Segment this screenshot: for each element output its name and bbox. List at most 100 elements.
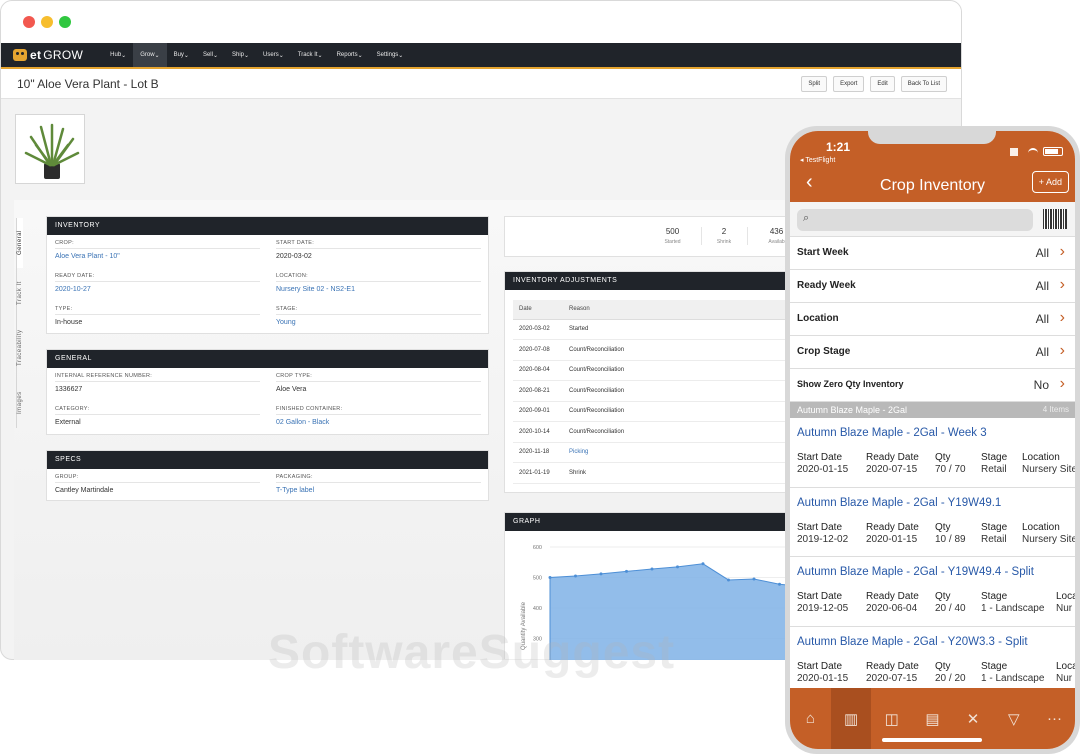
list-item[interactable]: Autumn Blaze Maple - 2Gal - Week 3 Start… (790, 418, 1075, 488)
start-date-value: 2020-03-02 (276, 253, 312, 260)
add-button[interactable]: + Add (1031, 171, 1069, 193)
nav-item-ship[interactable]: Ship ⌄ (225, 43, 256, 67)
table-row[interactable]: 2020-11-18 Picking (513, 442, 795, 463)
general-header: GENERAL (47, 350, 488, 368)
status-time: 1:21 (826, 140, 851, 154)
table-row[interactable]: 2020-08-21 Count/Reconciliation (513, 380, 795, 402)
row-reason: Count/Reconciliation (563, 421, 795, 443)
stage-label: STAGE: (276, 306, 481, 315)
table-row[interactable]: 2020-09-01 Count/Reconciliation (513, 401, 795, 422)
crop-label: CROP: (55, 240, 260, 249)
ready-date-label: READY DATE: (55, 273, 260, 282)
nav-item-grow[interactable]: Grow ⌄ (133, 43, 167, 67)
group-label: GROUP: (55, 474, 260, 483)
packaging-label: PACKAGING: (276, 474, 481, 483)
edit-button[interactable]: Edit (870, 76, 895, 92)
filter-label: Location (797, 313, 839, 324)
row-reason: Count/Reconciliation (563, 380, 795, 402)
location-value[interactable]: Nursery Site 02 - NS2-E1 (276, 286, 481, 293)
item-title[interactable]: Autumn Blaze Maple - 2Gal - Week 3 (797, 427, 987, 439)
page-title: 10" Aloe Vera Plant - Lot B (17, 77, 159, 91)
ref-number-value: 1336627 (55, 386, 83, 393)
plant-thumbnail[interactable] (15, 114, 85, 184)
col-reason[interactable]: Reason (563, 300, 795, 320)
table-row[interactable]: 2020-08-04 Count/Reconciliation (513, 360, 795, 381)
item-title[interactable]: Autumn Blaze Maple - 2Gal - Y20W3.3 - Sp… (797, 636, 1028, 648)
more-tab-icon[interactable]: ··· (1034, 688, 1075, 749)
search-icon: ⌕ (803, 212, 810, 224)
back-to-list-button[interactable]: Back To List (900, 76, 947, 92)
page-header: 10" Aloe Vera Plant - Lot B Split Export… (1, 69, 961, 99)
tab-track-it[interactable]: Track It (16, 268, 23, 318)
nav-item-hub[interactable]: Hub ⌄ (103, 43, 133, 67)
filter-start-week[interactable]: Start Week All › (790, 237, 1075, 270)
testflight-back-link[interactable]: ◂ TestFlight (800, 156, 835, 164)
list-item[interactable]: Autumn Blaze Maple - 2Gal - Y19W49.4 - S… (790, 557, 1075, 627)
chart-ytick-label: 600 (533, 545, 542, 551)
type-label: TYPE: (55, 306, 260, 315)
aloe-plant-image (24, 123, 80, 179)
chart-data-point (625, 569, 628, 573)
minimize-window-icon[interactable] (41, 16, 53, 28)
filter-show-zero-qty[interactable]: Show Zero Qty Inventory No › (790, 369, 1075, 402)
crop-value[interactable]: Aloe Vera Plant - 10" (55, 253, 260, 260)
nav-item-users[interactable]: Users ⌄ (256, 43, 291, 67)
inventory-header: INVENTORY (47, 217, 488, 235)
row-date: 2020-07-08 (513, 339, 563, 361)
table-row[interactable]: 2020-07-08 Count/Reconciliation (513, 339, 795, 361)
col-date[interactable]: Date (513, 300, 563, 320)
chart-data-point (548, 576, 552, 579)
container-value[interactable]: 02 Gallon - Black (276, 419, 481, 426)
tab-images[interactable]: Images (16, 378, 23, 428)
nav-item-track-it[interactable]: Track It ⌄ (291, 43, 330, 67)
group-header: Autumn Blaze Maple - 2Gal 4 Items (790, 402, 1075, 418)
barcode-tab-icon[interactable]: ▥ (830, 688, 872, 749)
chevron-right-icon: › (1059, 309, 1065, 326)
barcode-scan-icon[interactable] (1043, 209, 1067, 229)
nav-item-buy[interactable]: Buy ⌄ (167, 43, 196, 67)
nav-item-sell[interactable]: Sell ⌄ (196, 43, 225, 67)
list-item[interactable]: Autumn Blaze Maple - 2Gal - Y19W49.1 Sta… (790, 488, 1075, 557)
filter-value: All (1035, 279, 1049, 293)
packaging-value[interactable]: T-Type label (276, 487, 481, 494)
stats-panel: 500 Started 2 Shrink 436 Availab (504, 216, 804, 257)
logo-icon (13, 49, 27, 61)
tab-general[interactable]: General (16, 218, 23, 268)
app-logo[interactable]: et GROW (13, 48, 83, 62)
filter-location[interactable]: Location All › (790, 303, 1075, 336)
filter-ready-week[interactable]: Ready Week All › (790, 270, 1075, 303)
nav-item-reports[interactable]: Reports ⌄ (330, 43, 370, 67)
filter-label: Ready Week (797, 280, 856, 291)
filter-crop-stage[interactable]: Crop Stage All › (790, 336, 1075, 369)
split-button[interactable]: Split (801, 76, 828, 92)
battery-icon (1043, 147, 1063, 156)
window-titlebar (1, 1, 961, 43)
group-value: Cantley Martindale (55, 487, 114, 494)
list-item[interactable]: Autumn Blaze Maple - 2Gal - Y20W3.3 - Sp… (790, 627, 1075, 696)
home-tab-icon[interactable]: ⌂ (790, 688, 831, 749)
row-reason-link[interactable]: Picking (563, 442, 795, 463)
search-row: ⌕ (790, 202, 1075, 237)
tab-traceability[interactable]: Traceability (16, 318, 23, 378)
item-title[interactable]: Autumn Blaze Maple - 2Gal - Y19W49.4 - S… (797, 566, 1034, 578)
location-label: LOCATION: (276, 273, 481, 282)
search-input[interactable]: ⌕ (797, 209, 1033, 231)
category-value: External (55, 419, 81, 426)
item-title[interactable]: Autumn Blaze Maple - 2Gal - Y19W49.1 (797, 497, 1001, 509)
table-row[interactable]: 2021-01-19 Shrink (513, 462, 795, 484)
logo-text: GROW (43, 48, 84, 62)
maximize-window-icon[interactable] (59, 16, 71, 28)
nav-item-settings[interactable]: Settings ⌄ (370, 43, 411, 67)
side-tabs: General Track It Traceability Images (16, 218, 30, 428)
close-window-icon[interactable] (23, 16, 35, 28)
table-row[interactable]: 2020-10-14 Count/Reconciliation (513, 421, 795, 443)
table-row[interactable]: 2020-03-02 Started (513, 319, 795, 340)
wifi-icon (1028, 148, 1038, 155)
export-button[interactable]: Export (833, 76, 865, 92)
row-date: 2020-10-14 (513, 421, 563, 443)
ready-date-value[interactable]: 2020-10-27 (55, 286, 260, 293)
pot-tab-icon[interactable]: ▽ (993, 688, 1034, 749)
row-reason: Count/Reconciliation (563, 339, 795, 361)
stage-value[interactable]: Young (276, 319, 481, 326)
ref-number-label: INTERNAL REFERENCE NUMBER: (55, 373, 260, 382)
